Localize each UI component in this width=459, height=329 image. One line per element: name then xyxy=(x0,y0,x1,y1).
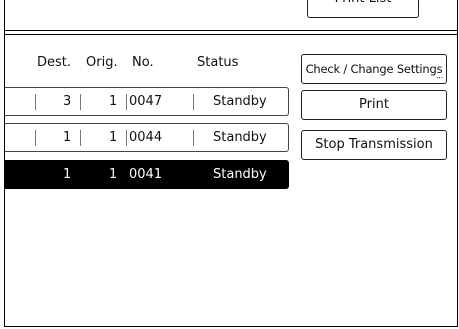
header-separator-top xyxy=(5,30,457,31)
column-divider xyxy=(126,130,127,146)
stop-transmission-button[interactable]: Stop Transmission xyxy=(301,130,447,160)
column-divider xyxy=(193,94,194,110)
column-divider xyxy=(35,94,36,110)
column-header-no: No. xyxy=(132,55,154,70)
column-divider xyxy=(80,130,81,146)
column-divider xyxy=(80,94,81,110)
more-indicator: ... xyxy=(435,71,443,80)
row-orig: 1 xyxy=(109,167,118,182)
row-orig: 1 xyxy=(109,94,118,109)
row-number: 0041 xyxy=(129,167,163,182)
column-divider xyxy=(193,130,194,146)
job-list-panel: Print List Dest. Orig. No. Status 3 1 00… xyxy=(4,0,458,327)
print-button[interactable]: Print xyxy=(301,90,447,120)
column-header-status: Status xyxy=(197,55,239,70)
row-status: Standby xyxy=(213,94,267,109)
row-number: 0047 xyxy=(129,94,163,109)
check-change-settings-button[interactable]: Check / Change Settings ... xyxy=(301,54,447,84)
column-divider xyxy=(126,94,127,110)
row-status: Standby xyxy=(213,130,267,145)
row-dest: 1 xyxy=(63,167,72,182)
row-dest: 3 xyxy=(63,94,72,109)
print-label: Print xyxy=(359,97,389,112)
column-header-dest: Dest. xyxy=(37,55,72,70)
header-separator-bottom xyxy=(5,34,457,35)
table-row-selected[interactable]: 1 1 0041 Standby xyxy=(5,160,289,189)
check-change-settings-label: Check / Change Settings xyxy=(305,62,443,76)
row-orig: 1 xyxy=(109,130,118,145)
column-divider xyxy=(35,130,36,146)
column-header-orig: Orig. xyxy=(86,55,118,70)
print-list-button[interactable]: Print List xyxy=(307,0,419,18)
row-status: Standby xyxy=(213,167,267,182)
row-number: 0044 xyxy=(129,130,163,145)
row-dest: 1 xyxy=(63,130,72,145)
stop-transmission-label: Stop Transmission xyxy=(315,137,433,152)
print-list-label: Print List xyxy=(308,0,418,11)
table-row[interactable]: 3 1 0047 Standby xyxy=(5,87,289,116)
table-row[interactable]: 1 1 0044 Standby xyxy=(5,123,289,152)
